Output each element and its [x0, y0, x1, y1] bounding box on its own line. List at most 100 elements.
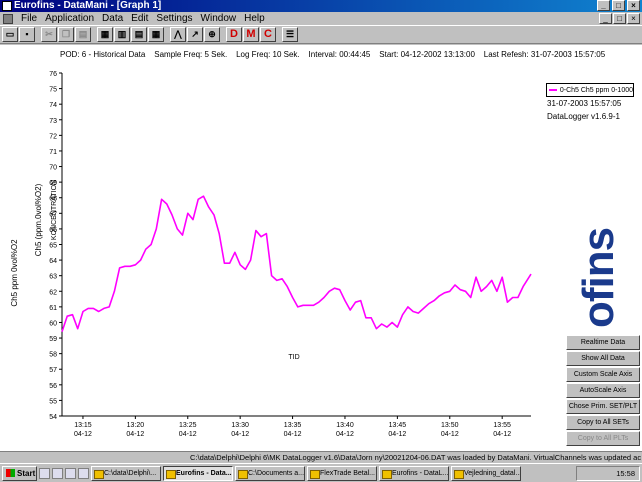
- table-view-icon[interactable]: ▤: [131, 27, 147, 42]
- menu-file[interactable]: File: [17, 13, 41, 24]
- chart-line-icon[interactable]: ⋀: [170, 27, 186, 42]
- copy-to-all-plts-button[interactable]: Copy to All PLTs: [566, 431, 640, 446]
- close-button[interactable]: ×: [627, 0, 640, 11]
- y-tick-label: 57: [49, 367, 57, 374]
- x-tick-date-label: 04-12: [493, 431, 511, 438]
- x-tick-label: 13:35: [284, 422, 302, 429]
- y-tick-label: 65: [49, 243, 57, 250]
- x-tick-label: 13:45: [389, 422, 407, 429]
- quicklaunch-desktop-icon[interactable]: [39, 467, 50, 479]
- save-icon[interactable]: ▪: [19, 27, 35, 42]
- autoscale-axis-button[interactable]: AutoScale Axis: [566, 383, 640, 398]
- system-tray: 15:58: [576, 466, 640, 481]
- windows-flag-icon: [6, 469, 15, 477]
- task-button-flextrade[interactable]: FlexTrade Betal...: [307, 465, 377, 481]
- legend-version: DataLogger v1.6.9-1: [547, 112, 620, 121]
- mdi-minimize-button[interactable]: _: [599, 13, 612, 24]
- task-button-eurofins-datalogger[interactable]: Eurofins - DataL...: [379, 465, 449, 481]
- y-tick-label: 68: [49, 196, 57, 203]
- y-tick-label: 58: [49, 352, 57, 359]
- maximize-button[interactable]: □: [612, 0, 625, 11]
- y-tick-label: 61: [49, 305, 57, 312]
- x-tick-label: 13:30: [231, 422, 249, 429]
- quicklaunch-browser-icon[interactable]: [52, 467, 63, 479]
- menu-settings[interactable]: Settings: [152, 13, 196, 24]
- x-axis-label: TID: [288, 354, 299, 361]
- print-icon[interactable]: ▦: [97, 27, 113, 42]
- copy-to-all-sets-button[interactable]: Copy to All SETs: [566, 415, 640, 430]
- x-tick-date-label: 04-12: [126, 431, 144, 438]
- x-tick-label: 13:40: [336, 422, 354, 429]
- y-tick-label: 66: [49, 227, 57, 234]
- y-tick-label: 70: [49, 165, 57, 172]
- x-tick-date-label: 04-12: [231, 431, 249, 438]
- taskbar: Start C:\data\Delphi\... Eurofins - Data…: [0, 463, 642, 482]
- x-tick-date-label: 04-12: [388, 431, 406, 438]
- x-tick-label: 13:25: [179, 422, 197, 429]
- mdi-close-button[interactable]: ×: [627, 13, 640, 24]
- status-bar: C:\data\Delphi\Delphi 6\MK DataLogger v1…: [0, 451, 642, 463]
- x-tick-date-label: 04-12: [74, 431, 92, 438]
- copy-icon[interactable]: ❐: [58, 27, 74, 42]
- y-tick-label: 76: [49, 71, 57, 78]
- legend-entry: 0-Ch5 Ch5 ppm 0-1000: [559, 86, 633, 94]
- x-tick-label: 13:50: [441, 422, 459, 429]
- grid-view-icon[interactable]: ▥: [114, 27, 130, 42]
- y-tick-label: 55: [49, 398, 57, 405]
- paste-icon[interactable]: ▤: [75, 27, 91, 42]
- y-axis-label: Ch5 ppm 0vol%O2: [10, 239, 19, 307]
- menu-help[interactable]: Help: [240, 13, 269, 24]
- custom-scale-axis-button[interactable]: Custom Scale Axis: [566, 367, 640, 382]
- y-tick-label: 64: [49, 258, 57, 265]
- y-tick-label: 63: [49, 274, 57, 281]
- x-tick-label: 13:20: [127, 422, 145, 429]
- legend: 0-Ch5 Ch5 ppm 0-1000: [546, 83, 634, 97]
- start-button[interactable]: Start: [2, 465, 37, 481]
- y-tick-label: 67: [49, 211, 57, 218]
- c-button[interactable]: C: [260, 27, 276, 42]
- x-tick-label: 13:15: [74, 422, 92, 429]
- columns-view-icon[interactable]: ▦: [148, 27, 164, 42]
- quicklaunch-mail-icon[interactable]: [65, 467, 76, 479]
- d-button[interactable]: D: [226, 27, 242, 42]
- realtime-data-button[interactable]: Realtime Data: [566, 335, 640, 350]
- y-tick-label: 69: [49, 180, 57, 187]
- task-button-documents[interactable]: C:\Documents a...: [235, 465, 305, 481]
- minimize-button[interactable]: _: [597, 0, 610, 11]
- task-button-data-delphi[interactable]: C:\data\Delphi\...: [91, 465, 161, 481]
- legend-timestamp: 31-07-2003 15:57:05: [547, 99, 622, 108]
- mdi-restore-button[interactable]: □: [613, 13, 626, 24]
- y-tick-label: 75: [49, 87, 57, 94]
- menu-data[interactable]: Data: [98, 13, 127, 24]
- document-icon[interactable]: [3, 13, 13, 24]
- line-chart[interactable]: Ch5 ppm 0vol%O2 Ch5 (ppm.0vol%O2) KONCEN…: [0, 45, 642, 451]
- task-button-vejledning[interactable]: Vejledning_datal...: [451, 465, 521, 481]
- clock: 15:58: [616, 469, 635, 478]
- menu-application[interactable]: Application: [41, 13, 98, 24]
- open-folder-icon[interactable]: ▭: [2, 27, 18, 42]
- cut-icon[interactable]: ✂: [41, 27, 57, 42]
- y-tick-label: 73: [49, 118, 57, 125]
- quicklaunch-folder-icon[interactable]: [78, 467, 89, 479]
- m-button[interactable]: M: [243, 27, 259, 42]
- chart-scale-icon[interactable]: ↗: [187, 27, 203, 42]
- menu-edit[interactable]: Edit: [127, 13, 152, 24]
- y-tick-label: 60: [49, 320, 57, 327]
- x-tick-date-label: 04-12: [284, 431, 302, 438]
- y-tick-label: 62: [49, 289, 57, 296]
- menu-window[interactable]: Window: [197, 13, 241, 24]
- y-tick-label: 71: [49, 149, 57, 156]
- chart-zoom-icon[interactable]: ⊕: [204, 27, 220, 42]
- x-tick-date-label: 04-12: [336, 431, 354, 438]
- y-axis-label-secondary: Ch5 (ppm.0vol%O2): [34, 183, 43, 256]
- task-button-eurofins-datamani[interactable]: Eurofins - Data...: [163, 465, 233, 481]
- window-title: Eurofins - DataMani - [Graph 1]: [14, 0, 162, 11]
- y-tick-label: 56: [49, 383, 57, 390]
- app-icon[interactable]: [2, 1, 12, 11]
- x-tick-date-label: 04-12: [441, 431, 459, 438]
- notes-icon[interactable]: ☰: [282, 27, 298, 42]
- control-panel: Realtime Data Show All Data Custom Scale…: [566, 335, 640, 447]
- show-all-data-button[interactable]: Show All Data: [566, 351, 640, 366]
- chose-prim-set-plt-button[interactable]: Chose Prim. SET/PLT: [566, 399, 640, 414]
- menu-bar: File Application Data Edit Settings Wind…: [0, 12, 642, 25]
